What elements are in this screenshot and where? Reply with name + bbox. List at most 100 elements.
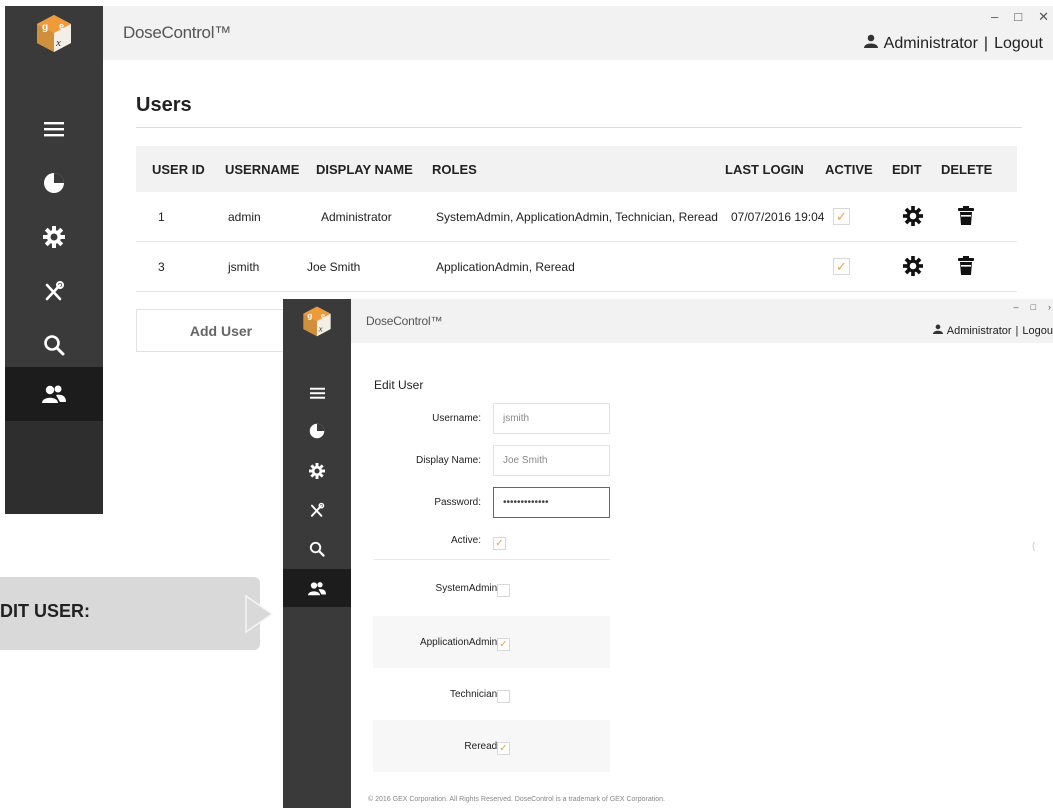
svg-text:e: e [321, 311, 325, 320]
col-username: USERNAME [225, 162, 300, 177]
page-title: Users [136, 94, 192, 116]
close-button[interactable]: ✕ [1038, 9, 1049, 25]
active-row: Active: ✓ [351, 529, 611, 561]
users-icon[interactable] [283, 569, 351, 607]
tools-icon[interactable] [5, 264, 103, 318]
col-last-login: LAST LOGIN [725, 162, 804, 177]
role-label: ApplicationAdmin: [419, 637, 500, 648]
svg-text:x: x [55, 37, 61, 49]
col-delete: DELETE [941, 162, 993, 177]
role-technician: Technician: [373, 668, 610, 720]
display-name-field[interactable] [493, 445, 610, 476]
cell-roles: ApplicationAdmin, Reread [436, 260, 575, 274]
active-checkbox[interactable]: ✓ [833, 208, 850, 225]
gex-logo: g e x [5, 6, 103, 60]
cell-display-name: Administrator [321, 210, 392, 224]
callout-arrow-icon [245, 594, 274, 634]
svg-text:g: g [307, 312, 312, 321]
callout-box: DIT USER: [0, 577, 274, 650]
maximize-button[interactable]: □ [1014, 9, 1022, 25]
role-checkbox[interactable]: ✓ [497, 638, 510, 651]
menu-icon[interactable] [5, 102, 103, 156]
tools-icon[interactable] [283, 491, 351, 529]
stray-glyph: ( [1032, 541, 1036, 552]
window-controls: – □ › [1014, 302, 1051, 312]
user-icon [932, 324, 943, 337]
role-checkbox[interactable] [497, 584, 510, 597]
close-button[interactable]: › [1048, 302, 1051, 312]
add-user-button[interactable]: Add User [136, 309, 306, 352]
role-label: Reread: [464, 741, 500, 752]
col-active: ACTIVE [825, 162, 873, 177]
cell-username: jsmith [228, 260, 260, 274]
users-icon[interactable] [5, 367, 103, 421]
window-controls: – □ ✕ [991, 9, 1049, 25]
password-label: Password: [434, 497, 481, 508]
header-bar: DoseControl™ – □ › Administrator | Logou [351, 299, 1053, 343]
active-checkbox[interactable]: ✓ [493, 537, 506, 550]
callout-label: DIT USER: [0, 601, 90, 621]
sidebar-empty-area [5, 421, 103, 514]
logout-link[interactable]: Logou [1022, 325, 1053, 337]
roles-list: SystemAdmin: ApplicationAdmin: ✓ Technic… [373, 559, 610, 772]
settings-icon[interactable] [5, 210, 103, 264]
role-label: SystemAdmin: [435, 583, 500, 594]
role-reread: Reread: ✓ [373, 720, 610, 772]
user-name: Administrator [883, 34, 978, 52]
sidebar: g e x [283, 299, 351, 808]
password-field[interactable] [493, 487, 610, 518]
edit-gear-icon[interactable] [902, 255, 924, 277]
dashboard-icon[interactable] [5, 156, 103, 210]
separator: | [1015, 324, 1019, 337]
col-roles: ROLES [432, 162, 477, 177]
settings-icon[interactable] [283, 452, 351, 490]
edit-gear-icon[interactable] [902, 205, 924, 227]
active-checkbox[interactable]: ✓ [833, 258, 850, 275]
role-label: Technician: [449, 689, 500, 700]
cell-display-name: Joe Smith [307, 260, 361, 274]
active-label: Active: [450, 535, 481, 546]
maximize-button[interactable]: □ [1031, 302, 1036, 312]
display-name-row: Display Name: [351, 445, 611, 477]
search-icon[interactable] [5, 318, 103, 372]
logout-link[interactable]: Logout [994, 35, 1043, 53]
role-systemadmin: SystemAdmin: [373, 562, 610, 614]
header-bar: DoseControl™ – □ ✕ Administrator | Logou… [103, 6, 1053, 60]
user-area: Administrator | Logout [863, 34, 1043, 53]
cell-user-id: 1 [158, 210, 165, 224]
user-icon [863, 34, 878, 53]
role-checkbox[interactable]: ✓ [497, 742, 510, 755]
title-divider [136, 127, 1022, 128]
gex-logo: g e x [283, 299, 351, 343]
user-area: Administrator | Logou [932, 324, 1053, 337]
role-checkbox[interactable] [497, 690, 510, 703]
edit-user-title: Edit User [374, 378, 424, 392]
minimize-button[interactable]: – [1014, 302, 1019, 312]
username-field[interactable] [493, 403, 610, 434]
role-applicationadmin: ApplicationAdmin: ✓ [373, 616, 610, 668]
col-edit: EDIT [892, 162, 922, 177]
username-label: Username: [432, 413, 481, 424]
password-row: Password: [351, 487, 611, 519]
menu-icon[interactable] [283, 374, 351, 412]
display-name-label: Display Name: [415, 455, 481, 466]
svg-text:e: e [59, 21, 64, 31]
cell-roles: SystemAdmin, ApplicationAdmin, Technicia… [436, 210, 718, 224]
sidebar: g e x [5, 6, 103, 514]
col-user-id: USER ID [152, 162, 205, 177]
delete-trash-icon[interactable] [955, 255, 977, 277]
search-icon[interactable] [283, 530, 351, 568]
cell-username: admin [228, 210, 261, 224]
table-row[interactable]: 1 admin Administrator SystemAdmin, Appli… [136, 192, 1017, 242]
username-row: Username: [351, 403, 611, 435]
delete-trash-icon[interactable] [955, 205, 977, 227]
table-row[interactable]: 3 jsmith Joe Smith ApplicationAdmin, Rer… [136, 242, 1017, 292]
separator: | [983, 34, 989, 52]
minimize-button[interactable]: – [991, 9, 998, 25]
edit-user-window: g e x DoseControl™ – □ › Administrator |… [283, 299, 1053, 808]
svg-text:x: x [318, 323, 323, 333]
cell-last-login: 07/07/2016 19:04 [731, 210, 825, 224]
cell-user-id: 3 [158, 260, 165, 274]
dashboard-icon[interactable] [283, 412, 351, 450]
app-title: DoseControl™ [366, 314, 443, 328]
